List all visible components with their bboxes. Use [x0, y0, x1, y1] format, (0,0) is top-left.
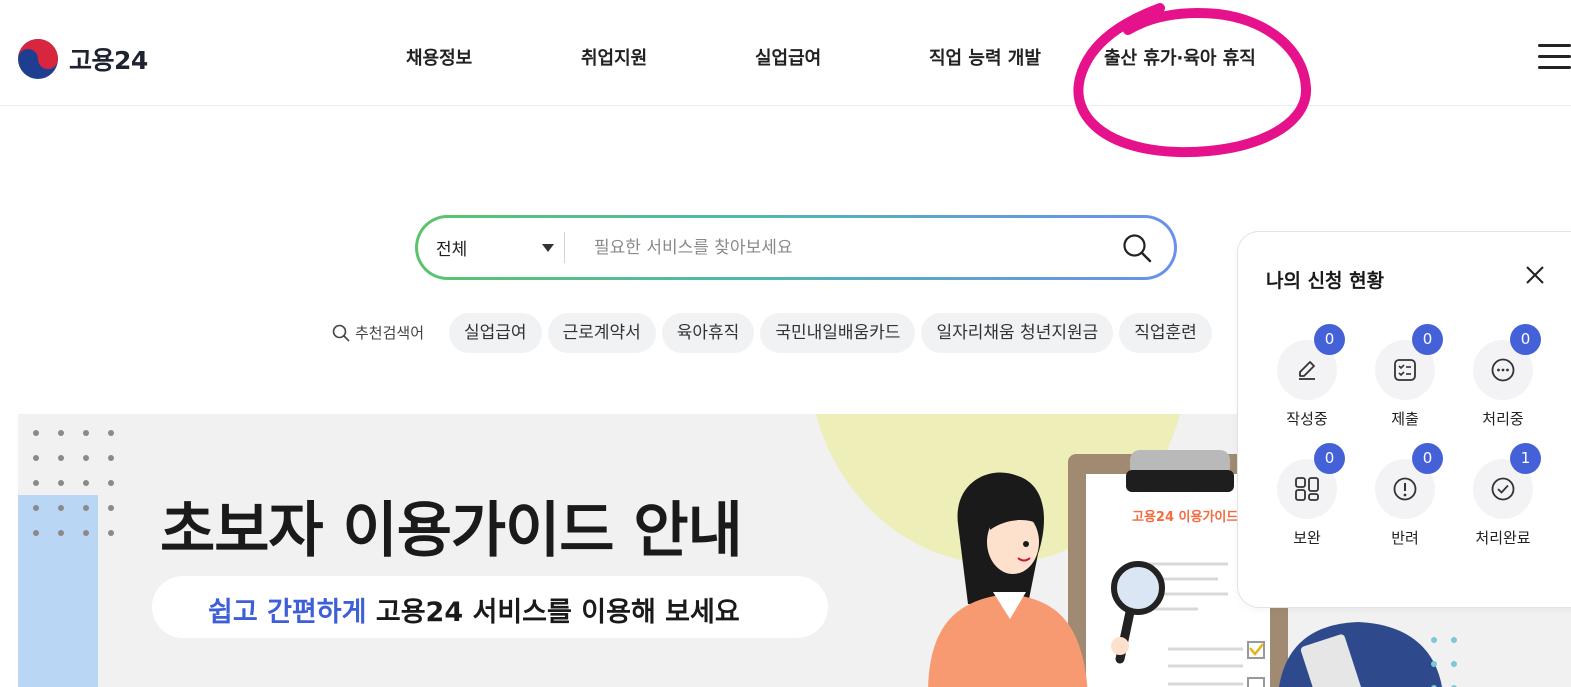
nav-item-recruit[interactable]: 채용정보 — [406, 44, 472, 70]
count-badge: 0 — [1314, 443, 1345, 474]
nav-item-employment-support[interactable]: 취업지원 — [581, 44, 647, 70]
status-label: 작성중 — [1286, 410, 1328, 428]
keyword-chip[interactable]: 실업급여 — [449, 313, 542, 353]
status-writing[interactable]: 0 작성중 — [1262, 324, 1352, 429]
keyword-chip[interactable]: 일자리채움 청년지원금 — [921, 313, 1114, 353]
status-processing[interactable]: 0 처리중 — [1458, 324, 1548, 429]
banner-subtitle-rest: 고용24 서비스를 이용해 보세요 — [366, 597, 740, 628]
close-icon[interactable] — [1524, 264, 1546, 286]
search-scope-select[interactable]: 전체 — [436, 235, 467, 260]
status-rejected[interactable]: 0 반려 — [1360, 443, 1450, 548]
exclamation-icon — [1393, 477, 1417, 501]
check-circle-icon — [1491, 477, 1515, 501]
status-label: 처리완료 — [1475, 529, 1531, 547]
checklist-icon — [1394, 359, 1416, 381]
taegeuk-logo-icon — [18, 39, 58, 79]
caret-down-icon[interactable] — [542, 244, 554, 252]
status-submitted[interactable]: 0 제출 — [1360, 324, 1450, 429]
dot-pattern — [33, 430, 114, 536]
divider — [564, 232, 565, 263]
pencil-icon — [1299, 361, 1315, 380]
count-badge: 0 — [1510, 324, 1541, 355]
status-label: 제출 — [1391, 410, 1419, 428]
application-status-panel: 나의 신청 현황 0 작성중 0 제출 0 처리중 0 보완 0 반려 1 처리… — [1237, 231, 1571, 608]
logo[interactable]: 고용24 — [17, 38, 148, 80]
status-completed[interactable]: 1 처리완료 — [1458, 443, 1548, 548]
ellipsis-icon — [1491, 358, 1515, 382]
search-small-icon — [332, 324, 350, 341]
banner-subtitle-pill: 쉽고 간편하게 고용24 서비스를 이용해 보세요 — [152, 576, 828, 638]
logo-text: 고용24 — [69, 46, 148, 75]
status-supplement[interactable]: 0 보완 — [1262, 443, 1352, 548]
search-icon[interactable] — [1121, 232, 1153, 264]
nav-item-parental-leave[interactable]: 출산 휴가·육아 휴직 — [1104, 44, 1256, 70]
nav-item-unemployment-benefit[interactable]: 실업급여 — [755, 44, 821, 70]
status-label: 처리중 — [1482, 410, 1524, 428]
count-badge: 0 — [1412, 324, 1443, 355]
recommended-keywords: 실업급여 근로계약서 육아휴직 국민내일배움카드 일자리채움 청년지원금 직업훈… — [449, 313, 1244, 355]
recommended-label: 추천검색어 — [332, 322, 424, 343]
count-badge: 0 — [1412, 443, 1443, 474]
banner-subtitle-accent: 쉽고 간편하게 — [208, 597, 367, 628]
grid-icon — [1295, 477, 1319, 501]
clipboard-title: 고용24 이용가이드 — [1132, 510, 1239, 525]
count-badge: 1 — [1510, 443, 1541, 474]
search-input[interactable] — [594, 228, 1114, 268]
search-bar: 전체 — [415, 215, 1177, 280]
nav-item-skill-development[interactable]: 직업 능력 개발 — [929, 44, 1041, 70]
keyword-chip[interactable]: 국민내일배움카드 — [760, 313, 916, 353]
panel-title: 나의 신청 현황 — [1266, 270, 1385, 292]
recommended-label-text: 추천검색어 — [355, 324, 425, 342]
keyword-chip[interactable]: 육아휴직 — [661, 313, 755, 353]
keyword-chip[interactable]: 근로계약서 — [547, 313, 656, 353]
site-header: 고용24 채용정보 취업지원 실업급여 직업 능력 개발 출산 휴가·육아 휴직 — [0, 0, 1571, 106]
keyword-chip[interactable]: 직업훈련 — [1119, 313, 1212, 353]
banner-title: 초보자 이용가이드 안내 — [160, 496, 743, 566]
hamburger-menu-icon[interactable] — [1538, 44, 1571, 74]
status-label: 보완 — [1293, 529, 1321, 547]
status-label: 반려 — [1391, 529, 1419, 547]
count-badge: 0 — [1314, 324, 1345, 355]
